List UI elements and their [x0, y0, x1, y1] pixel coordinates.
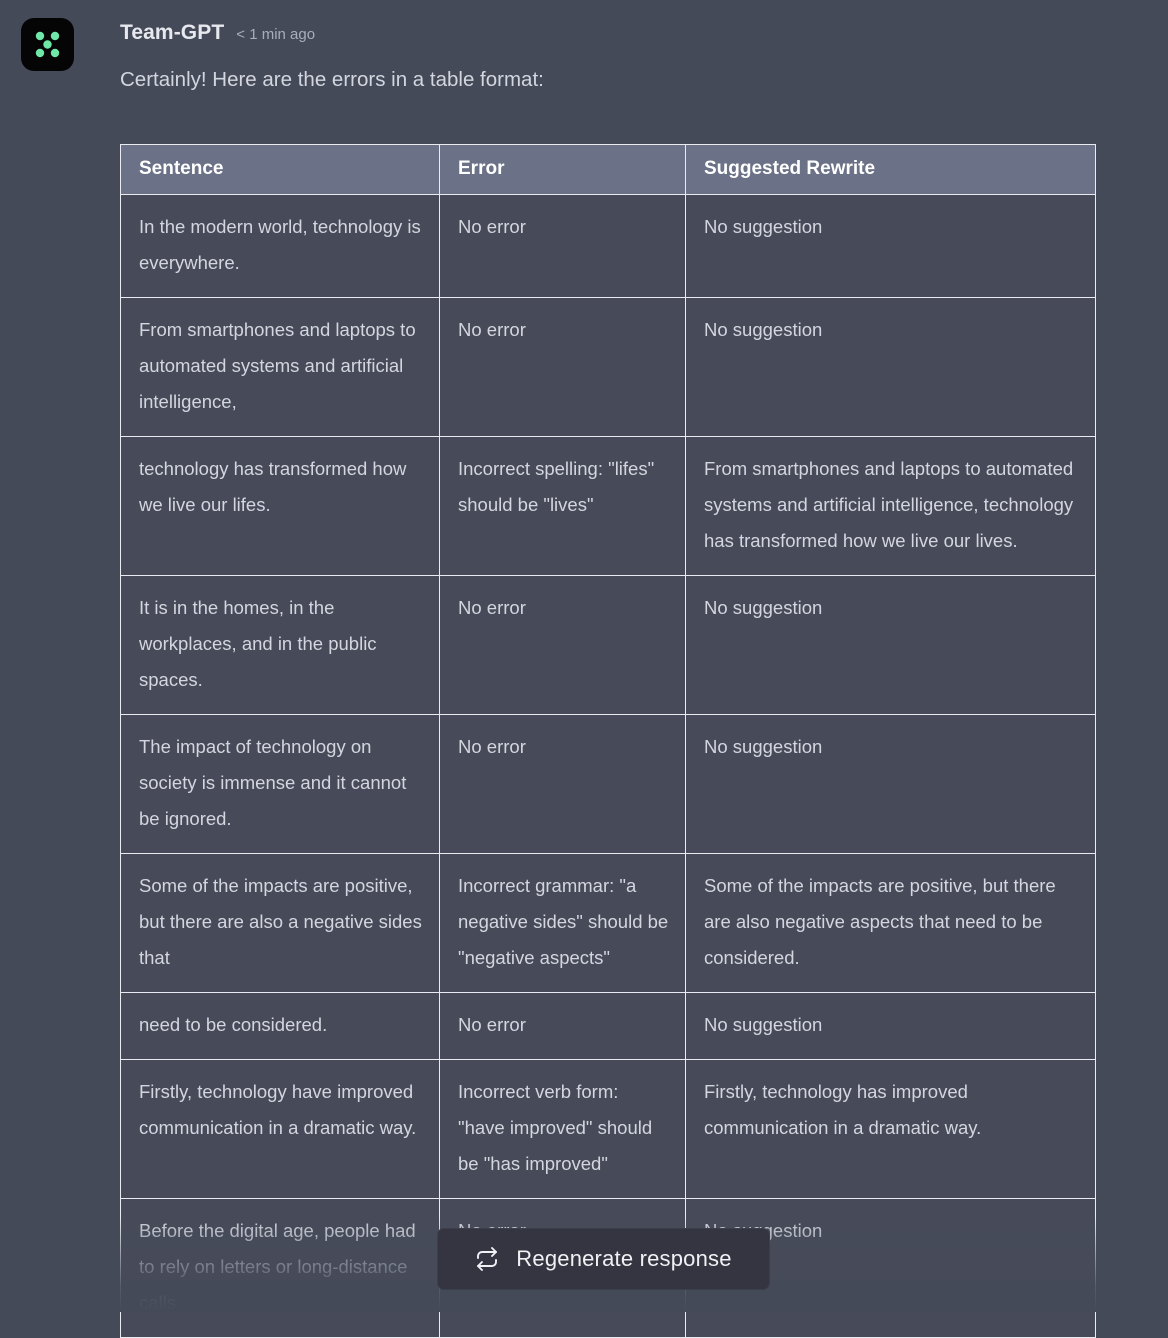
table-row: It is in the homes, in the workplaces, a…: [120, 575, 1096, 715]
column-header-rewrite: Suggested Rewrite: [685, 144, 1096, 195]
cell-sentence: From smartphones and laptops to automate…: [120, 297, 440, 437]
cell-rewrite: No suggestion: [685, 714, 1096, 854]
cell-rewrite: Firstly, technology has improved communi…: [685, 1059, 1096, 1199]
message-intro-text: Certainly! Here are the errors in a tabl…: [120, 68, 544, 91]
message-header: Team-GPT < 1 min ago: [120, 21, 315, 45]
table-row: need to be considered. No error No sugge…: [120, 992, 1096, 1060]
cell-error: Incorrect grammar: "a negative sides" sh…: [439, 853, 686, 993]
table-header-row: Sentence Error Suggested Rewrite: [120, 144, 1096, 195]
table-body: In the modern world, technology is every…: [120, 194, 1096, 1338]
cell-sentence: It is in the homes, in the workplaces, a…: [120, 575, 440, 715]
cell-sentence: The impact of technology on society is i…: [120, 714, 440, 854]
cell-sentence: Firstly, technology have improved commun…: [120, 1059, 440, 1199]
column-header-error: Error: [439, 144, 686, 195]
cell-sentence: technology has transformed how we live o…: [120, 436, 440, 576]
table-row: In the modern world, technology is every…: [120, 194, 1096, 298]
cell-sentence: need to be considered.: [120, 992, 440, 1060]
avatar: [21, 18, 74, 71]
table-row: Firstly, technology have improved commun…: [120, 1059, 1096, 1199]
grammar-table: Sentence Error Suggested Rewrite In the …: [120, 144, 1096, 1338]
table-header: Sentence Error Suggested Rewrite: [120, 144, 1096, 195]
table-row: technology has transformed how we live o…: [120, 436, 1096, 576]
table-row: Some of the impacts are positive, but th…: [120, 853, 1096, 993]
cell-error: No error: [439, 714, 686, 854]
message-author: Team-GPT: [120, 21, 225, 44]
repeat-icon: [475, 1247, 499, 1271]
assistant-message: Team-GPT < 1 min ago Certainly! Here are…: [0, 0, 1168, 1338]
cell-error: No error: [439, 297, 686, 437]
cell-error: No error: [439, 194, 686, 298]
cell-rewrite: No suggestion: [685, 297, 1096, 437]
cell-sentence: In the modern world, technology is every…: [120, 194, 440, 298]
table-row: The impact of technology on society is i…: [120, 714, 1096, 854]
cell-rewrite: No suggestion: [685, 575, 1096, 715]
cell-error: Incorrect verb form: "have improved" sho…: [439, 1059, 686, 1199]
cell-rewrite: Some of the impacts are positive, but th…: [685, 853, 1096, 993]
cell-error: No error: [439, 992, 686, 1060]
grammar-table-container: Sentence Error Suggested Rewrite In the …: [120, 144, 1096, 1338]
cell-rewrite: From smartphones and laptops to automate…: [685, 436, 1096, 576]
cell-error: Incorrect spelling: "lifes" should be "l…: [439, 436, 686, 576]
regenerate-response-label: Regenerate response: [516, 1246, 732, 1271]
cell-sentence: Before the digital age, people had to re…: [120, 1198, 440, 1338]
column-header-sentence: Sentence: [120, 144, 440, 195]
cell-rewrite: No suggestion: [685, 992, 1096, 1060]
five-dot-grid-icon: [21, 18, 74, 71]
regenerate-response-button[interactable]: Regenerate response: [437, 1228, 770, 1290]
cell-sentence: Some of the impacts are positive, but th…: [120, 853, 440, 993]
table-row: From smartphones and laptops to automate…: [120, 297, 1096, 437]
message-timestamp: < 1 min ago: [236, 26, 316, 43]
cell-error: No error: [439, 575, 686, 715]
cell-rewrite: No suggestion: [685, 194, 1096, 298]
